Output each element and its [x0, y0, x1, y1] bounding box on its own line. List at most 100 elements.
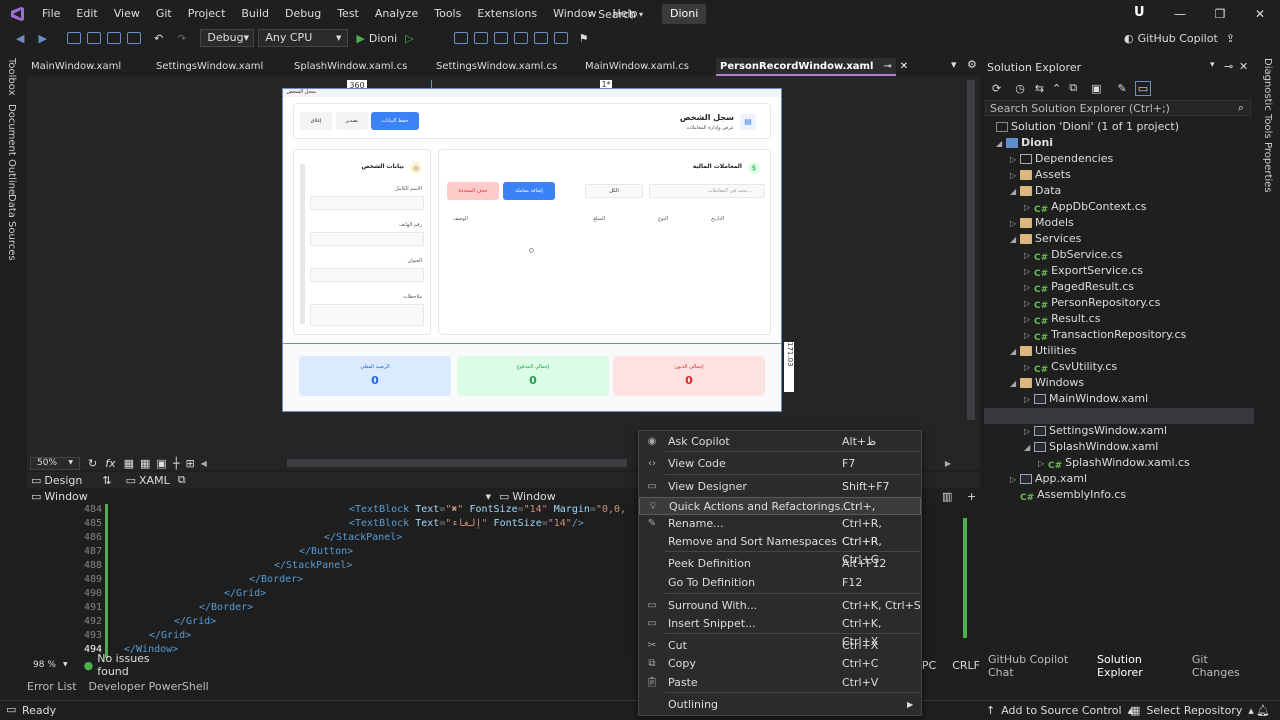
- delete-selected-button[interactable]: حذف المحددة: [447, 182, 499, 200]
- toolbar-extra-icon-3[interactable]: [493, 32, 508, 44]
- menu-item-cut[interactable]: ✂ Cut Ctrl+X: [639, 637, 921, 655]
- solution-node[interactable]: Solution 'Dioni' (1 of 1 project): [996, 119, 1179, 135]
- preview-icon[interactable]: ▭: [1134, 80, 1152, 96]
- chevron-down-icon[interactable]: ◢: [1010, 376, 1020, 392]
- copilot-chat-tab[interactable]: GitHub Copilot Chat: [988, 653, 1089, 679]
- chevron-right-icon[interactable]: ▷: [1010, 216, 1020, 232]
- tree-item-personrepository-cs[interactable]: ▷ C# PersonRepository.cs: [1024, 295, 1160, 311]
- error-list-tab[interactable]: Error List: [27, 680, 77, 693]
- tree-item-dbservice-cs[interactable]: ▷ C# DbService.cs: [1024, 247, 1123, 263]
- menu-item-rename[interactable]: ✎ Rename... Ctrl+R, Ctrl+R: [639, 515, 921, 548]
- menu-analyze[interactable]: Analyze: [367, 0, 426, 28]
- chevron-down-icon[interactable]: ◢: [1010, 184, 1020, 200]
- refresh-icon[interactable]: ↻: [88, 457, 97, 470]
- effects-icon[interactable]: fx: [105, 457, 115, 470]
- tree-item-appdbcontext-cs[interactable]: ▷ C# AppDbContext.cs: [1024, 199, 1146, 215]
- collapse-all-icon[interactable]: ⌃: [1052, 82, 1061, 95]
- tree-item-utilities[interactable]: ◢ Utilities: [1010, 343, 1076, 359]
- tree-item-data[interactable]: ◢ Data: [1010, 183, 1061, 199]
- diagnostic-tools-tab[interactable]: Diagnostic Tools: [1262, 58, 1273, 139]
- properties-tab[interactable]: Properties: [1262, 142, 1273, 193]
- code-line-488[interactable]: </StackPanel>: [274, 560, 352, 571]
- redo-icon[interactable]: ↷: [177, 32, 186, 45]
- menu-git[interactable]: Git: [148, 0, 180, 28]
- tab-splashwindow-xaml-cs[interactable]: SplashWindow.xaml.cs: [290, 58, 411, 76]
- tab-personrecordwindow-xaml[interactable]: PersonRecordWindow.xaml ⊸ ✕: [716, 58, 908, 76]
- menu-edit[interactable]: Edit: [68, 0, 105, 28]
- menu-test[interactable]: Test: [329, 0, 367, 28]
- show-all-files-icon[interactable]: ⧉: [1069, 81, 1077, 95]
- notifications-icon[interactable]: 🔔︎: [1256, 704, 1270, 717]
- close-panel-icon[interactable]: ✕: [1239, 60, 1248, 73]
- new-project-icon[interactable]: [66, 32, 81, 44]
- tree-item-result-cs[interactable]: ▷ C# Result.cs: [1024, 311, 1100, 327]
- tree-item-services[interactable]: ◢ Services: [1010, 231, 1081, 247]
- restore-icon[interactable]: ❐: [1200, 0, 1240, 28]
- chevron-right-icon[interactable]: ▷: [1038, 456, 1048, 472]
- swap-panes-icon[interactable]: ⇅: [102, 474, 111, 487]
- designer-zoom-select[interactable]: 50% ▼: [30, 456, 80, 470]
- chevron-down-icon[interactable]: ◢: [1024, 440, 1034, 456]
- design-tab[interactable]: ▭ Design: [31, 474, 82, 487]
- developer-powershell-tab[interactable]: Developer PowerShell: [89, 680, 209, 693]
- history-icon[interactable]: ◷: [1015, 82, 1025, 95]
- menu-item-surround-with[interactable]: ▭ Surround With... Ctrl+K, Ctrl+S: [639, 597, 921, 615]
- menu-extensions[interactable]: Extensions: [469, 0, 545, 28]
- chevron-right-icon[interactable]: ▷: [1010, 152, 1020, 168]
- encoding-status[interactable]: PC: [922, 659, 936, 672]
- sync-icon[interactable]: ⟳: [992, 82, 1001, 95]
- toolbar-extra-icon-6[interactable]: [553, 32, 568, 44]
- grid-snap-icon[interactable]: ▦: [140, 457, 150, 470]
- tree-item-csvutility-cs[interactable]: ▷ C# CsvUtility.cs: [1024, 359, 1117, 375]
- tree-item-splashwindow-xaml-cs[interactable]: ▷ C# SplashWindow.xaml.cs: [1038, 455, 1190, 471]
- tree-item-exportservice-cs[interactable]: ▷ C# ExportService.cs: [1024, 263, 1143, 279]
- chevron-right-icon[interactable]: ▷: [1024, 280, 1034, 296]
- forward-icon[interactable]: ▶: [38, 32, 46, 45]
- undo-icon[interactable]: ↶: [154, 32, 163, 45]
- tree-item-models[interactable]: ▷ Models: [1010, 215, 1074, 231]
- chevron-down-icon[interactable]: ◢: [1010, 232, 1020, 248]
- search-button[interactable]: ⌕ Search ▾: [588, 4, 643, 24]
- line-ending-status[interactable]: CRLF: [952, 659, 980, 672]
- github-copilot-button[interactable]: ◐ GitHub Copilot ⇪: [1124, 28, 1235, 48]
- code-line-493[interactable]: </Grid>: [149, 630, 191, 641]
- solution-search-input[interactable]: Search Solution Explorer (Ctrl+;) ⌕: [985, 100, 1251, 116]
- tree-item-splashwindow-xaml[interactable]: ◢ SplashWindow.xaml: [1024, 439, 1158, 455]
- add-split-icon[interactable]: +: [967, 490, 976, 503]
- run-button[interactable]: ▶ Dioni: [356, 32, 397, 45]
- chevron-down-icon[interactable]: ◢: [996, 136, 1006, 152]
- menu-project[interactable]: Project: [180, 0, 234, 28]
- close-icon[interactable]: ✕: [1240, 0, 1280, 28]
- code-line-491[interactable]: </Border>: [199, 602, 253, 613]
- share-icon[interactable]: ⇪: [1226, 32, 1235, 45]
- tab-mainwindow-xaml[interactable]: MainWindow.xaml: [27, 58, 125, 76]
- toolbar-extra-icon-2[interactable]: [473, 32, 488, 44]
- chevron-down-icon[interactable]: ◢: [1010, 344, 1020, 360]
- tree-item-windows[interactable]: ◢ Windows: [1010, 375, 1084, 391]
- filter-icon[interactable]: ▣: [1091, 82, 1101, 95]
- minimize-icon[interactable]: —: [1160, 0, 1200, 28]
- layout-icon[interactable]: ⊞: [185, 457, 194, 470]
- menu-item-go-to-definition[interactable]: Go To Definition F12: [639, 574, 921, 592]
- transactions-search-input[interactable]: بحث في المعاملات...: [649, 184, 765, 198]
- gear-icon[interactable]: ⚙: [967, 58, 977, 71]
- tree-item-assemblyinfo-cs[interactable]: C# AssemblyInfo.cs: [1010, 487, 1126, 503]
- code-zoom-select[interactable]: 98 % ▼: [27, 659, 74, 672]
- menu-tools[interactable]: Tools: [426, 0, 469, 28]
- pin-icon[interactable]: ⊸: [883, 61, 891, 72]
- git-changes-tab[interactable]: Git Changes: [1192, 653, 1254, 679]
- add-transaction-button[interactable]: إضافة معاملة: [503, 182, 555, 200]
- field-notes-input[interactable]: [310, 304, 424, 326]
- menu-item-ask-copilot[interactable]: ◉ Ask Copilot Alt+ظ: [639, 433, 921, 451]
- solution-explorer-tab[interactable]: Solution Explorer: [1097, 653, 1184, 679]
- back-icon[interactable]: ◀: [16, 32, 24, 45]
- account-icon[interactable]: U: [1134, 5, 1148, 21]
- tree-item-settingswindow-xaml[interactable]: ▷ SettingsWindow.xaml: [1024, 423, 1167, 439]
- menu-view[interactable]: View: [106, 0, 148, 28]
- toolbar-extra-icon-5[interactable]: [533, 32, 548, 44]
- menu-item-remove-and-sort-namespaces[interactable]: Remove and Sort Namespaces Ctrl+R, Ctrl+G: [639, 533, 921, 566]
- chevron-right-icon[interactable]: ▷: [1024, 248, 1034, 264]
- toolbar-extra-icon-4[interactable]: [513, 32, 528, 44]
- field-phone-input[interactable]: [310, 232, 424, 246]
- menu-item-peek-definition[interactable]: Peek Definition Alt+F12: [639, 555, 921, 573]
